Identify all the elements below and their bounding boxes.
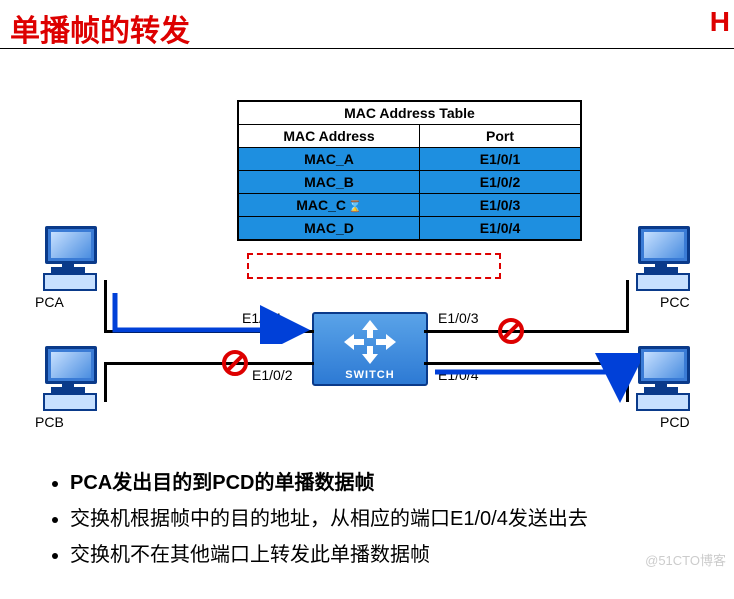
divider	[0, 48, 734, 49]
pc-d-label: PCD	[660, 414, 690, 430]
mac-cell: MAC_C⌛	[238, 194, 420, 217]
port-cell: E1/0/2	[420, 171, 582, 194]
bullet-item: 交换机根据帧中的目的地址，从相应的端口E1/0/4发送出去	[70, 504, 734, 534]
block-icon	[498, 318, 524, 344]
arrow-switch-to-pcd	[430, 350, 640, 406]
mac-cell: MAC_A	[238, 148, 420, 171]
mac-cell: MAC_D	[238, 217, 420, 241]
hourglass-icon: ⌛	[348, 200, 362, 213]
port-label-2: E1/0/2	[252, 367, 292, 383]
bullet-item: PCA发出目的到PCD的单播数据帧	[70, 468, 734, 498]
highlight-box	[247, 253, 501, 279]
pc-c	[628, 226, 698, 286]
port-label-3: E1/0/3	[438, 310, 478, 326]
port-cell: E1/0/1	[420, 148, 582, 171]
col-mac-header: MAC Address	[238, 125, 420, 148]
pc-b-label: PCB	[35, 414, 64, 430]
wire	[104, 280, 107, 330]
watermark: @51CTO博客	[645, 550, 726, 569]
wire	[424, 330, 629, 333]
port-cell: E1/0/4	[420, 217, 582, 241]
mac-cell: MAC_B	[238, 171, 420, 194]
pc-b	[35, 346, 105, 406]
col-port-header: Port	[420, 125, 582, 148]
switch-device: SWITCH	[312, 312, 428, 386]
wire	[626, 280, 629, 330]
pc-a	[35, 226, 105, 286]
pc-c-label: PCC	[660, 294, 690, 310]
block-icon	[222, 350, 248, 376]
bullet-item: 交换机不在其他端口上转发此单播数据帧	[70, 540, 734, 570]
page-title: 单播帧的转发	[10, 6, 190, 50]
port-cell: E1/0/3	[420, 194, 582, 217]
wire	[104, 362, 314, 365]
arrow-pca-to-switch	[110, 288, 320, 344]
switch-label: SWITCH	[314, 369, 426, 381]
wire	[104, 362, 107, 402]
mac-address-table: MAC Address Table MAC Address Port MAC_A…	[237, 100, 582, 241]
table-caption: MAC Address Table	[238, 101, 581, 125]
pc-a-label: PCA	[35, 294, 64, 310]
bullet-list: PCA发出目的到PCD的单播数据帧 交换机根据帧中的目的地址，从相应的端口E1/…	[30, 468, 734, 576]
brand-logo: H	[710, 6, 730, 38]
arrows-icon	[340, 318, 400, 366]
